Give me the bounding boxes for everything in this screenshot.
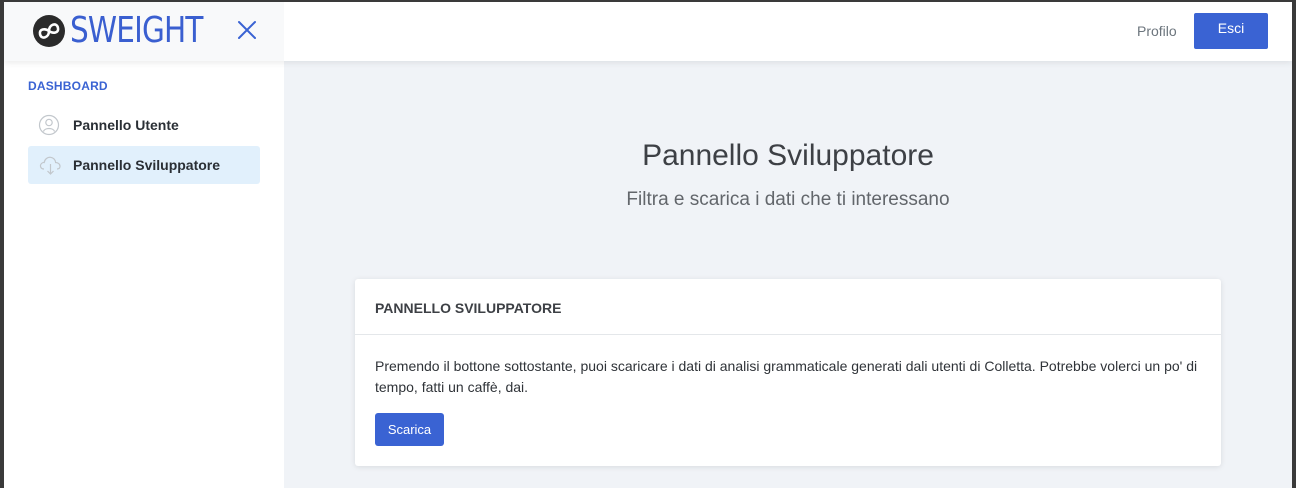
card-title: PANNELLO SVILUPPATORE: [375, 300, 562, 316]
sidebar: DASHBOARD Pannello Utente Pannello Svilu…: [4, 61, 284, 488]
sidebar-heading: DASHBOARD: [28, 79, 108, 93]
sidebar-item-label: Pannello Utente: [73, 117, 179, 133]
brand-logo-text: SWEIGHT: [70, 10, 203, 51]
sidebar-item-pannello-sviluppatore[interactable]: Pannello Sviluppatore: [28, 146, 260, 184]
profile-link[interactable]: Profilo: [1137, 23, 1177, 39]
user-icon: [38, 114, 60, 136]
top-navbar: SWEIGHT Profilo Esci: [4, 2, 1292, 61]
card-header: PANNELLO SVILUPPATORE: [355, 279, 1221, 335]
logout-button[interactable]: Esci: [1194, 13, 1268, 49]
page-title: Pannello Sviluppatore: [642, 139, 934, 172]
download-button[interactable]: Scarica: [375, 413, 444, 446]
sidebar-item-pannello-utente[interactable]: Pannello Utente: [28, 106, 260, 144]
sidebar-item-label: Pannello Sviluppatore: [73, 157, 221, 173]
brand-area: SWEIGHT: [4, 2, 284, 61]
close-icon[interactable]: [236, 19, 258, 41]
app-window: SWEIGHT Profilo Esci DASHBOARD Pannello …: [4, 2, 1292, 488]
card-description: Premendo il bottone sottostante, puoi sc…: [375, 358, 1198, 395]
main-content: Pannello Sviluppatore Filtra e scarica i…: [284, 61, 1292, 488]
cloud-download-icon: [39, 156, 61, 175]
developer-panel-card: PANNELLO SVILUPPATORE Premendo il botton…: [355, 279, 1221, 466]
logo-icon: [33, 15, 65, 47]
page-subtitle: Filtra e scarica i dati che ti interessa…: [626, 189, 950, 210]
